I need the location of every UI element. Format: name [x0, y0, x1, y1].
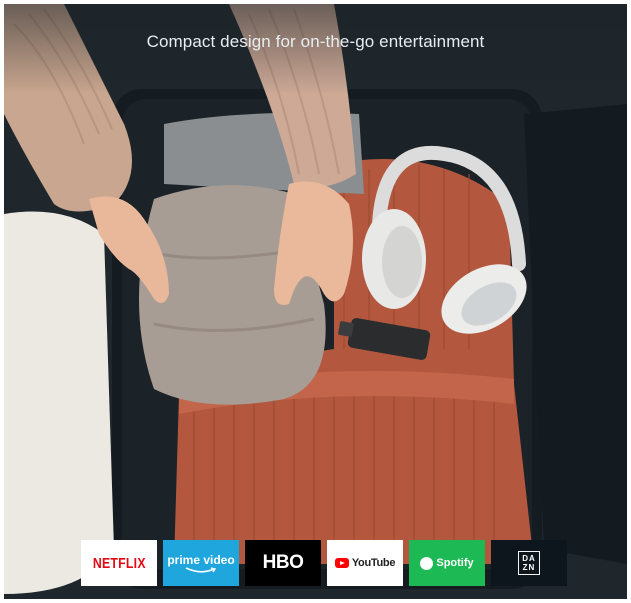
dazn-label-bottom: ZN: [522, 563, 536, 572]
youtube-play-icon: [334, 558, 349, 568]
white-cloth: [4, 211, 114, 594]
hbo-logo: HBO: [245, 540, 321, 586]
amazon-smile-icon: [185, 566, 217, 573]
youtube-label: YouTube: [351, 557, 396, 569]
dazn-label-top: DA: [522, 554, 536, 563]
spotify-icon: [420, 556, 434, 570]
hbo-label: HBO: [262, 552, 304, 573]
promo-image: Compact design for on-the-go entertainme…: [4, 4, 627, 599]
promo-caption: Compact design for on-the-go entertainme…: [146, 32, 485, 51]
youtube-logo: YouTube: [327, 540, 403, 586]
dazn-logo: DA ZN: [491, 540, 567, 586]
spotify-logo: Spotify: [409, 540, 485, 586]
streaming-apps-row: NETFLIX prime video HBO YouTube Spotify …: [81, 540, 567, 586]
dazn-box: DA ZN: [518, 551, 540, 575]
netflix-label: NETFLIX: [92, 554, 146, 572]
netflix-logo: NETFLIX: [81, 540, 157, 586]
spotify-label: Spotify: [436, 557, 474, 569]
suitcase-photo: [4, 4, 627, 599]
prime-video-logo: prime video: [163, 540, 239, 586]
prime-video-label: prime video: [167, 552, 235, 567]
